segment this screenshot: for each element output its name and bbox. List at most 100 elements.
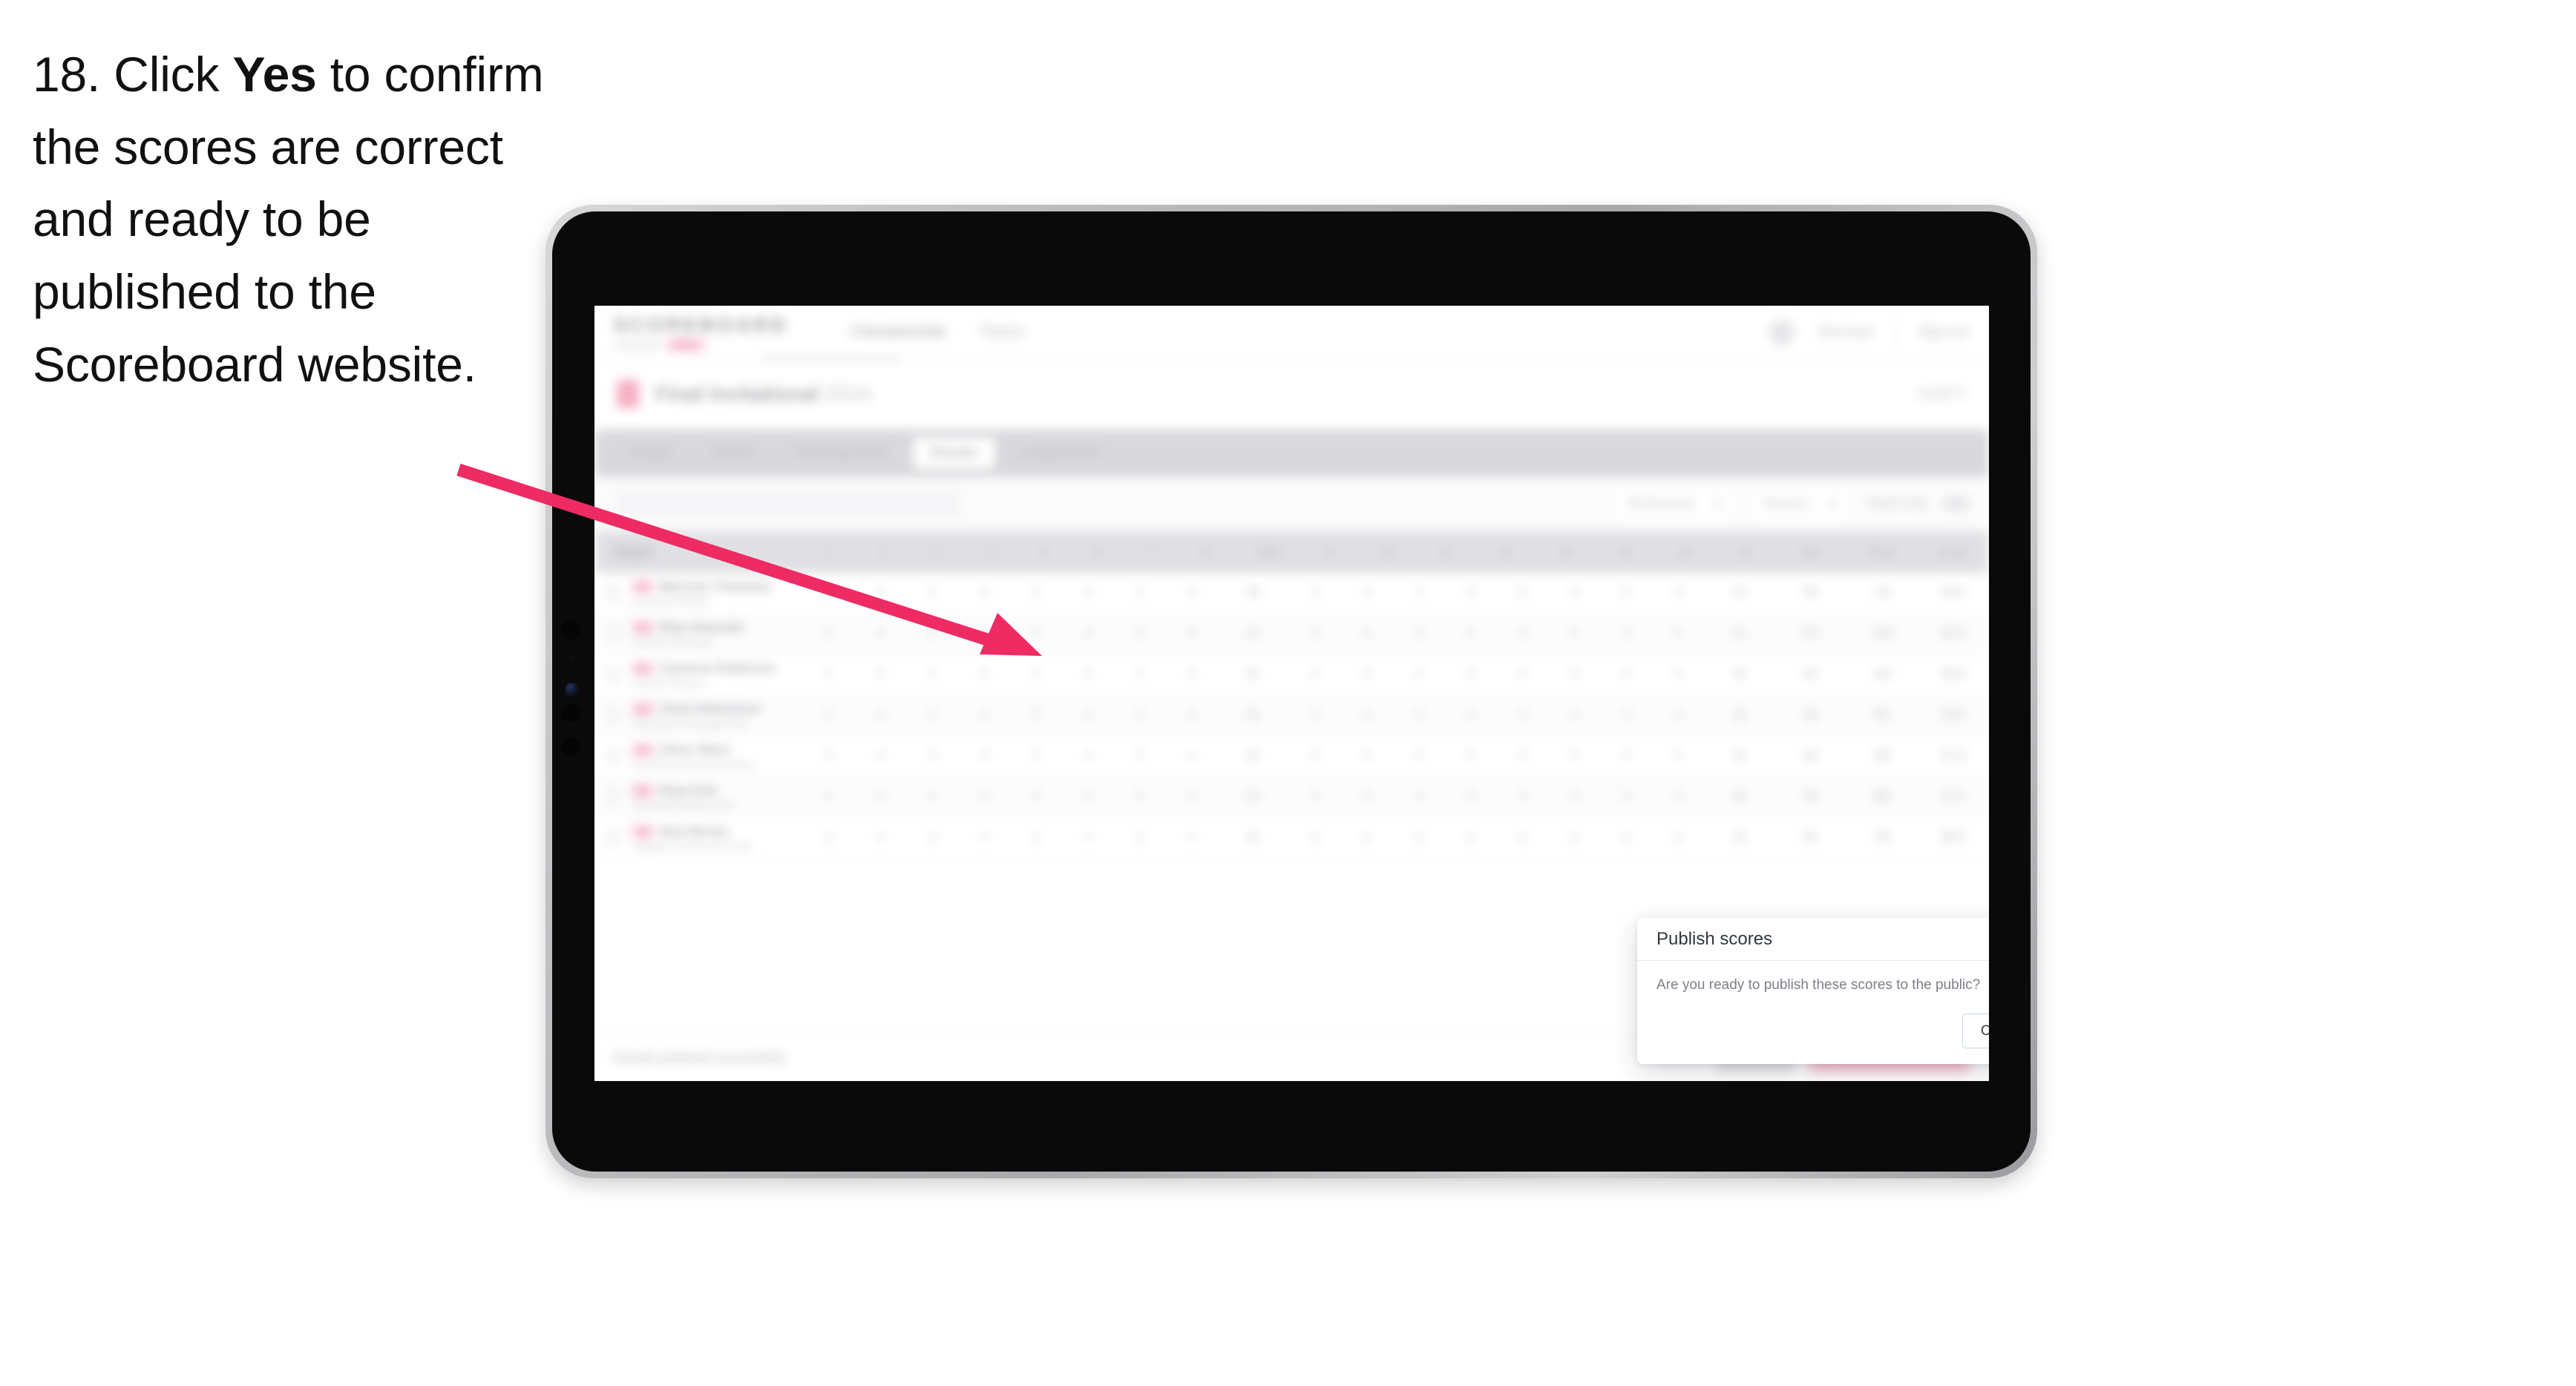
score-cell[interactable]: 4 [1062, 709, 1114, 722]
score-cell[interactable]: 4 [1114, 627, 1166, 640]
score-cell[interactable]: 4 [1600, 668, 1652, 681]
score-cell[interactable]: 4 [906, 831, 958, 844]
score-cell[interactable]: 4 [906, 668, 958, 681]
score-cell[interactable]: 4 [1496, 627, 1548, 640]
table-row[interactable]: Oliver Nkeri Southern Sporting Academy 4 4 4… [594, 736, 1989, 777]
score-cell[interactable]: 4 [1392, 627, 1444, 640]
score-cell[interactable]: 5th [1846, 749, 1918, 763]
table-row[interactable]: Cameron Robinson Northern Rovers 4 3 4 4 4 4 4 4 3… [594, 654, 1989, 695]
score-cell[interactable]: 31 [1218, 709, 1289, 722]
score-cell[interactable]: 4 [1652, 586, 1704, 600]
row-checkbox[interactable] [594, 830, 633, 845]
score-cell[interactable]: 4 [1600, 790, 1652, 804]
score-cell[interactable]: 3 [1444, 586, 1496, 600]
table-row[interactable]: Ryan Kirk Westside Athletics Club 4 4 4 4 4 4 3 4… [594, 777, 1989, 818]
score-cell[interactable]: 31 [1704, 586, 1775, 600]
score-cell[interactable]: 62 [1775, 627, 1846, 640]
nav-item-championship[interactable]: Championship [851, 323, 945, 341]
score-cell[interactable]: 4 [1062, 790, 1114, 804]
score-cell[interactable]: 3 [1010, 586, 1062, 600]
score-cell[interactable]: 3 [1496, 749, 1548, 763]
nav-item-teams[interactable]: Teams [980, 323, 1023, 341]
score-cell[interactable]: 31 [1218, 790, 1289, 804]
score-cell[interactable]: 62 [1775, 709, 1846, 722]
score-cell[interactable]: 4 [1600, 586, 1652, 600]
score-cell[interactable]: 4 [854, 831, 906, 844]
score-cell[interactable]: 31 [1704, 627, 1775, 640]
score-cell[interactable]: 4 [1289, 627, 1341, 640]
score-cell[interactable]: 3 [802, 831, 854, 844]
score-cell[interactable]: 55.5 [1918, 627, 1989, 640]
score-cell[interactable]: 57.5 [1918, 790, 1989, 804]
score-cell[interactable]: 4 [1340, 709, 1392, 722]
table-row[interactable]: Rhys Reynold Eastern Challenge 4 4 4 4 4 3 4 4 31 4… [594, 614, 1989, 654]
score-cell[interactable]: 4 [1289, 831, 1341, 844]
score-cell[interactable]: 4 [1010, 749, 1062, 763]
score-cell[interactable]: 62 [1775, 668, 1846, 681]
score-cell[interactable]: 4 [1444, 627, 1496, 640]
score-cell[interactable]: 31 [1218, 627, 1289, 640]
row-checkbox[interactable] [594, 585, 633, 600]
score-cell[interactable]: 7th [1846, 831, 1918, 844]
score-cell[interactable]: 4 [1392, 586, 1444, 600]
score-cell[interactable]: 4 [1340, 627, 1392, 640]
score-cell[interactable]: 31 [1704, 709, 1775, 722]
score-cell[interactable]: 4 [1062, 668, 1114, 681]
score-cell[interactable]: 4 [1062, 749, 1114, 763]
score-cell[interactable]: 4 [958, 709, 1010, 722]
score-cell[interactable]: 4 [854, 709, 906, 722]
score-cell[interactable]: 31 [1704, 831, 1775, 844]
round-select[interactable]: Round 1 ▾ [1749, 487, 1851, 520]
score-cell[interactable]: 4 [906, 749, 958, 763]
tab-leaderboard[interactable]: Leaderboard [1001, 438, 1117, 469]
score-cell[interactable]: 4 [1548, 749, 1600, 763]
score-cell[interactable]: 4 [1166, 627, 1218, 640]
score-cell[interactable]: 31 [1218, 749, 1289, 763]
score-cell[interactable]: 4 [958, 627, 1010, 640]
score-cell[interactable]: 31 [1218, 831, 1289, 844]
score-cell[interactable]: 4 [1496, 586, 1548, 600]
score-cell[interactable]: 4 [802, 709, 854, 722]
score-cell[interactable]: 4 [1392, 709, 1444, 722]
score-cell[interactable]: 60 [1775, 586, 1846, 600]
score-cell[interactable]: 4 [1166, 709, 1218, 722]
score-cell[interactable]: 3 [1010, 709, 1062, 722]
score-cell[interactable]: 4 [1166, 668, 1218, 681]
score-cell[interactable]: 4 [1548, 709, 1600, 722]
score-cell[interactable]: 3rd [1846, 668, 1918, 681]
score-cell[interactable]: 4 [1114, 709, 1166, 722]
score-cell[interactable]: 4 [906, 790, 958, 804]
score-cell[interactable]: 4 [1444, 790, 1496, 804]
score-cell[interactable]: 4 [958, 790, 1010, 804]
row-checkbox[interactable] [594, 789, 633, 804]
score-cell[interactable]: 4 [1340, 749, 1392, 763]
avatar[interactable] [1769, 319, 1795, 345]
score-cell[interactable]: 4 [1652, 831, 1704, 844]
score-cell[interactable]: 4 [802, 586, 854, 600]
score-cell[interactable]: 4 [1548, 831, 1600, 844]
user-name-label[interactable]: Test User [1817, 324, 1873, 340]
score-cell[interactable]: 2nd [1846, 627, 1918, 640]
score-cell[interactable]: 4 [1010, 627, 1062, 640]
score-cell[interactable]: 3 [1340, 790, 1392, 804]
tab-teams[interactable]: Teams [695, 438, 773, 469]
score-cell[interactable]: 4 [1444, 831, 1496, 844]
row-checkbox[interactable] [594, 749, 633, 763]
score-cell[interactable]: 3 [1600, 627, 1652, 640]
score-cell[interactable]: 6th [1846, 790, 1918, 804]
score-cell[interactable]: 4 [1652, 790, 1704, 804]
score-cell[interactable]: 1st [1846, 586, 1918, 600]
score-cell[interactable]: 4 [1652, 668, 1704, 681]
score-cell[interactable]: 62 [1775, 749, 1846, 763]
score-cell[interactable]: 4 [1548, 627, 1600, 640]
score-cell[interactable]: 4 [1340, 668, 1392, 681]
score-cell[interactable]: 4 [802, 627, 854, 640]
score-cell[interactable]: 4 [802, 749, 854, 763]
tab-running-order[interactable]: Running Order [779, 438, 907, 469]
score-cell[interactable]: 4 [1444, 668, 1496, 681]
score-cell[interactable]: 4 [1010, 831, 1062, 844]
score-cell[interactable]: 4 [1444, 749, 1496, 763]
score-cell[interactable]: 4 [802, 668, 854, 681]
score-cell[interactable]: 4 [1340, 831, 1392, 844]
score-cell[interactable]: 3 [958, 749, 1010, 763]
